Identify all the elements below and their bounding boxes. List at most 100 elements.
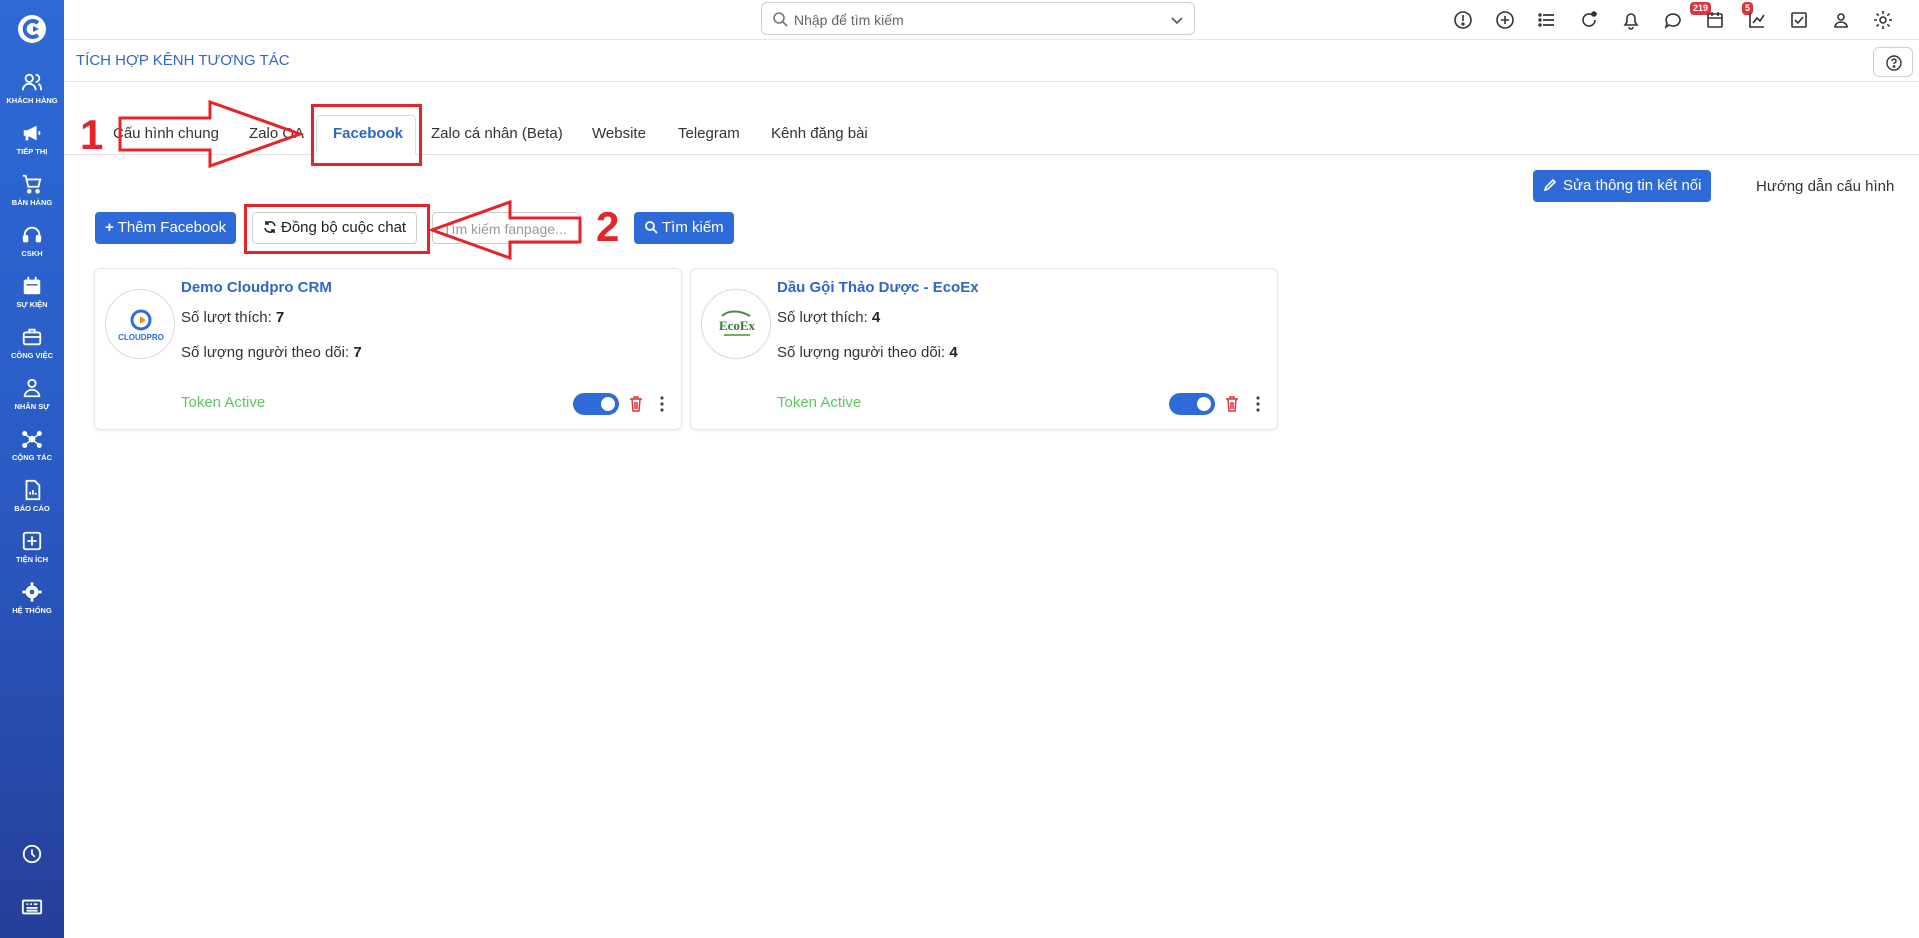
chat-icon[interactable]: [1662, 9, 1684, 31]
tab-zalo-ca-nhan[interactable]: Zalo cá nhân (Beta): [431, 125, 563, 142]
fanpage-card: CLOUDPRO Demo Cloudpro CRM Số lượt thích…: [94, 268, 682, 430]
help-button[interactable]: [1873, 47, 1913, 77]
tab-telegram[interactable]: Telegram: [678, 125, 740, 142]
toggle-knob: [601, 397, 615, 411]
annotation-highlight-box: [311, 104, 422, 166]
edit-connection-label: Sửa thông tin kết nối: [1563, 177, 1702, 194]
sidebar-item-label: TIỆN ÍCH: [15, 555, 49, 564]
ecoex-logo: EcoEx: [702, 290, 770, 358]
plus-icon: +: [105, 219, 114, 236]
trash-icon[interactable]: [1225, 396, 1239, 412]
search-button[interactable]: Tìm kiếm: [634, 212, 734, 244]
sidebar-item-label: CỘNG TÁC: [12, 453, 52, 462]
ecoex-logo-text: EcoEx: [719, 318, 756, 333]
alert-icon[interactable]: [1452, 9, 1474, 31]
search-icon: [773, 12, 788, 27]
likes-label: Số lượt thích:: [777, 309, 868, 326]
cloudpro-logo-text: CLOUDPRO: [118, 333, 164, 342]
sidebar-item-label: SỰ KIỆN: [16, 300, 48, 309]
add-icon[interactable]: [1494, 9, 1516, 31]
sidebar-item-cong-viec[interactable]: CÔNG VIỆC: [0, 326, 64, 360]
calendar-icon[interactable]: [1704, 9, 1726, 31]
app-logo[interactable]: [16, 13, 48, 45]
edit-connection-button[interactable]: Sửa thông tin kết nối: [1533, 170, 1712, 202]
tab-zalo-oa[interactable]: Zalo OA: [249, 125, 304, 142]
more-options-icon[interactable]: [659, 395, 665, 413]
followers-stat: Số lượng người theo dõi: 4: [777, 344, 958, 361]
clock-icon[interactable]: [21, 843, 43, 865]
network-icon: [22, 430, 42, 448]
page-header: TÍCH HỢP KÊNH TƯƠNG TÁC: [64, 41, 1919, 82]
tab-website[interactable]: Website: [592, 125, 646, 142]
sidebar-item-label: CÔNG VIỆC: [10, 351, 54, 360]
annotation-number: 2: [596, 203, 620, 250]
followers-label: Số lượng người theo dõi:: [777, 344, 946, 361]
calendar-icon: [23, 276, 41, 295]
users-icon: [21, 73, 43, 91]
likes-value: 7: [275, 309, 285, 326]
add-facebook-button[interactable]: + Thêm Facebook: [95, 212, 237, 244]
sidebar-item-su-kien[interactable]: SỰ KIỆN: [0, 275, 64, 309]
sidebar-item-label: BÁO CÁO: [14, 504, 50, 513]
search-input[interactable]: Nhập để tìm kiếm: [794, 12, 904, 28]
global-search[interactable]: Nhập để tìm kiếm: [761, 2, 1195, 35]
sidebar-item-label: CSKH: [21, 249, 43, 258]
top-bar: Nhập để tìm kiếm 219 5: [64, 0, 1919, 40]
likes-label: Số lượt thích:: [181, 309, 272, 326]
fanpage-search-input[interactable]: Tìm kiếm fanpage...: [443, 221, 567, 237]
search-icon: [645, 221, 658, 234]
cloudpro-logo: CLOUDPRO: [106, 290, 174, 358]
megaphone-icon: [23, 125, 41, 141]
plus-square-icon: [22, 531, 42, 551]
tab-cau-hinh-chung[interactable]: Cấu hình chung: [113, 125, 219, 142]
list-icon[interactable]: [1536, 9, 1558, 31]
fanpage-enable-toggle[interactable]: [573, 393, 619, 415]
sidebar: KHÁCH HÀNG TIẾP THỊ BÁN HÀNG CSKH SỰ KIỆ…: [0, 0, 64, 938]
fanpage-enable-toggle[interactable]: [1169, 393, 1215, 415]
token-status: Token Active: [777, 394, 862, 411]
cart-icon: [22, 174, 42, 194]
sidebar-item-label: KHÁCH HÀNG: [6, 96, 58, 105]
followers-value: 4: [949, 344, 958, 361]
sidebar-item-ban-hang[interactable]: BÁN HÀNG: [0, 173, 64, 207]
fanpage-name[interactable]: Demo Cloudpro CRM: [181, 279, 332, 296]
more-options-icon[interactable]: [1255, 395, 1261, 413]
page-title: TÍCH HỢP KÊNH TƯƠNG TÁC: [76, 52, 290, 69]
chart-icon[interactable]: [1746, 9, 1768, 31]
help-icon: [1886, 55, 1902, 71]
report-icon: [25, 479, 41, 501]
sidebar-item-label: BÁN HÀNG: [11, 198, 53, 207]
chevron-down-icon[interactable]: [1170, 13, 1184, 27]
refresh-icon[interactable]: [1578, 9, 1600, 31]
fanpage-search-field[interactable]: Tìm kiếm fanpage...: [432, 212, 580, 244]
guide-link[interactable]: Hướng dẫn cấu hình: [1756, 178, 1894, 195]
sidebar-item-bao-cao[interactable]: BÁO CÁO: [0, 479, 64, 513]
token-status: Token Active: [181, 394, 266, 411]
sidebar-item-cskh[interactable]: CSKH: [0, 224, 64, 258]
headset-icon: [22, 226, 42, 243]
sidebar-item-he-thong[interactable]: HỆ THỐNG: [0, 581, 64, 615]
sidebar-item-cong-tac[interactable]: CỘNG TÁC: [0, 428, 64, 462]
person-icon: [23, 378, 41, 398]
briefcase-icon: [22, 328, 42, 346]
likes-stat: Số lượt thích: 7: [181, 309, 284, 326]
tab-kenh-dang-bai[interactable]: Kênh đăng bài: [771, 125, 868, 142]
followers-value: 7: [353, 344, 362, 361]
trash-icon[interactable]: [629, 396, 643, 412]
sidebar-item-label: TIẾP THỊ: [16, 147, 48, 156]
gear-icon: [22, 582, 42, 602]
sidebar-item-tien-ich[interactable]: TIỆN ÍCH: [0, 530, 64, 564]
annotation-number: 1: [80, 111, 104, 158]
sidebar-item-nhan-su[interactable]: NHÂN SỰ: [0, 377, 64, 411]
fanpage-name[interactable]: Dầu Gội Thảo Dược - EcoEx: [777, 279, 979, 296]
user-icon[interactable]: [1830, 9, 1852, 31]
fanpage-card: EcoEx Dầu Gội Thảo Dược - EcoEx Số lượt …: [690, 268, 1278, 430]
sidebar-item-tiep-thi[interactable]: TIẾP THỊ: [0, 122, 64, 156]
bell-icon[interactable]: [1620, 9, 1642, 31]
followers-stat: Số lượng người theo dõi: 7: [181, 344, 362, 361]
checkbox-icon[interactable]: [1788, 9, 1810, 31]
keyboard-icon[interactable]: [21, 896, 43, 918]
sidebar-item-khach-hang[interactable]: KHÁCH HÀNG: [0, 71, 64, 105]
add-facebook-label: Thêm Facebook: [117, 219, 227, 236]
settings-icon[interactable]: [1872, 9, 1894, 31]
